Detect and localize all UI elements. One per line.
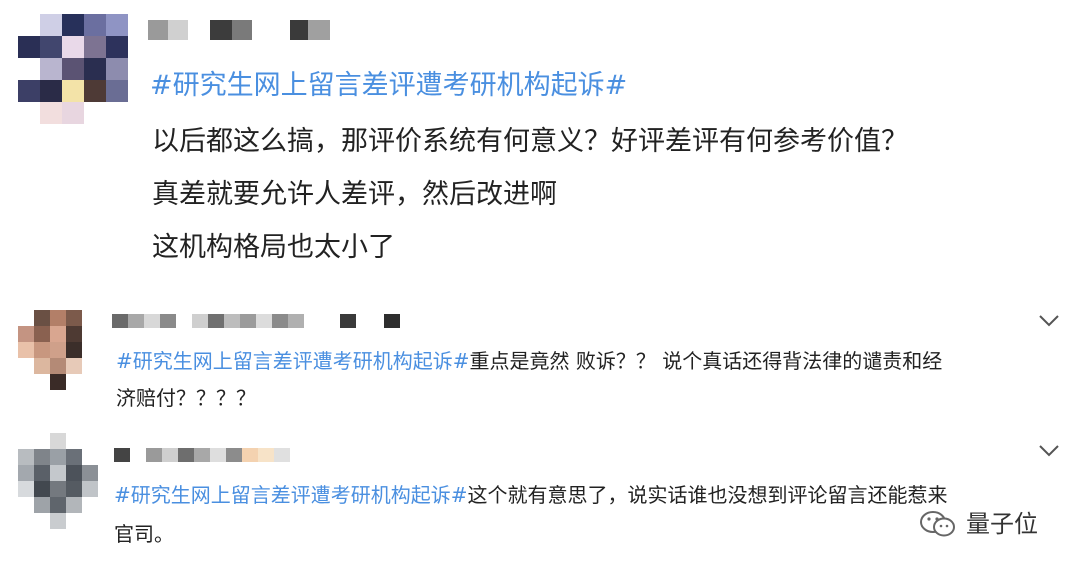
comment-username-blurred[interactable] — [114, 448, 290, 462]
comment-line-2: 济赔付？？？？ — [116, 386, 256, 410]
comment-text: 这个就有意思了，说实话谁也没想到评论留言还能惹来 — [467, 483, 948, 507]
comment-avatar[interactable] — [18, 310, 98, 390]
wechat-icon — [920, 511, 955, 537]
comment-hashtag[interactable]: #研究生网上留言差评遭考研机构起诉# — [114, 483, 468, 507]
post-hashtag[interactable]: #研究生网上留言差评遭考研机构起诉# — [150, 67, 627, 105]
comment-avatar[interactable] — [18, 433, 98, 529]
comment-username-blurred[interactable] — [112, 314, 400, 328]
comment-line-2: 官司。 — [114, 522, 174, 546]
username-blurred[interactable] — [148, 20, 330, 40]
comment-hashtag[interactable]: #研究生网上留言差评遭考研机构起诉# — [116, 349, 470, 373]
post-line-2: 真差就要允许人差评，然后改进啊 — [152, 179, 557, 210]
comment-line-1: #研究生网上留言差评遭考研机构起诉#重点是竟然 败诉？？ 说个真话还得背法律的谴… — [116, 346, 942, 376]
watermark: 量子位 — [918, 509, 1038, 539]
post-line-1: 以后都这么搞，那评价系统有何意义？好评差评有何参考价值？ — [152, 126, 908, 157]
avatar[interactable] — [18, 14, 128, 126]
chevron-down-icon[interactable] — [1038, 444, 1060, 458]
post-line-3: 这机构格局也太小了 — [152, 232, 395, 263]
comment-line-1: #研究生网上留言差评遭考研机构起诉#这个就有意思了，说实话谁也没想到评论留言还能… — [114, 480, 948, 510]
watermark-label: 量子位 — [966, 510, 1038, 538]
comment-text: 重点是竟然 败诉？？ 说个真话还得背法律的谴责和经 — [469, 349, 943, 373]
chevron-down-icon[interactable] — [1038, 314, 1060, 328]
